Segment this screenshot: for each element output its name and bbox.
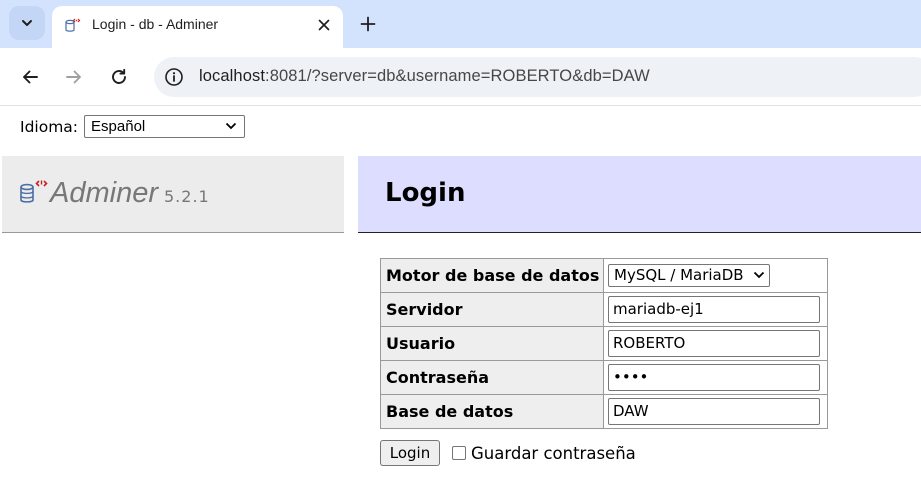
tab-search-button[interactable] [9,6,45,40]
close-tab-button[interactable] [314,15,334,35]
page-content: Idioma: Español Adminer 5.2.1 Login Motor… [0,107,921,497]
page-title: Login [385,178,466,208]
brand: Adminer 5.2.1 [50,176,210,210]
engine-selected-value: MySQL / MariaDB [614,266,744,284]
language-label: Idioma: [20,117,79,136]
form-actions: Login Guardar contraseña [380,440,636,466]
server-label: Servidor [380,292,604,327]
database-icon [20,180,48,203]
form-row-password: Contraseña •••• [380,360,828,395]
adminer-favicon-icon [65,18,81,32]
form-row-database: Base de datos DAW [380,394,828,429]
form-row-engine: Motor de base de datos MySQL / MariaDB [380,258,828,293]
remember-password-checkbox[interactable] [452,446,466,460]
username-input[interactable]: ROBERTO [608,330,820,357]
new-tab-button[interactable] [354,10,382,38]
forward-button[interactable] [61,64,87,90]
brand-name-link[interactable]: Adminer [50,177,158,209]
server-input[interactable]: mariadb-ej1 [608,296,820,323]
arrow-right-icon [66,70,81,84]
password-input[interactable]: •••• [608,364,820,391]
chevron-down-icon [225,122,237,130]
database-input[interactable]: DAW [608,398,820,425]
login-form-table: Motor de base de datos MySQL / MariaDB S… [380,258,828,429]
content-header: Login [358,156,921,233]
url-text: localhost:8081/?server=db&username=ROBER… [199,67,650,86]
language-switcher: Idioma: Español [20,115,246,138]
database-cell: DAW [603,394,828,429]
close-icon [318,19,330,31]
engine-cell: MySQL / MariaDB [603,258,828,293]
form-row-user: Usuario ROBERTO [380,326,828,361]
plus-icon [360,16,376,32]
version-label: 5.2.1 [164,187,210,206]
database-label: Base de datos [380,394,604,429]
browser-tab-bar: Login - db - Adminer [0,0,921,48]
language-select[interactable]: Español [84,115,246,138]
address-bar[interactable]: localhost:8081/?server=db&username=ROBER… [154,57,921,97]
arrow-left-icon [23,70,38,84]
engine-label: Motor de base de datos [380,258,604,293]
site-info-button[interactable] [162,65,186,89]
menu-panel: Adminer 5.2.1 [2,156,344,233]
tab-title: Login - db - Adminer [92,16,219,32]
server-cell: mariadb-ej1 [603,292,828,327]
url-path: :8081/?server=db&username=ROBERTO&db=DAW [265,67,650,85]
reload-button[interactable] [106,64,132,90]
form-row-server: Servidor mariadb-ej1 [380,292,828,327]
back-button[interactable] [17,64,43,90]
active-tab[interactable]: Login - db - Adminer [52,6,343,48]
site-info-icon [165,68,183,86]
password-label: Contraseña [380,360,604,395]
login-button[interactable]: Login [380,440,440,466]
chevron-down-icon [753,271,765,279]
language-selected-value: Español [91,118,146,135]
user-label: Usuario [380,326,604,361]
url-host: localhost [199,67,266,85]
remember-password-label[interactable]: Guardar contraseña [471,444,636,463]
chevron-down-icon [22,20,32,26]
user-cell: ROBERTO [603,326,828,361]
password-cell: •••• [603,360,828,395]
reload-icon [112,68,126,84]
engine-select[interactable]: MySQL / MariaDB [608,264,770,287]
browser-toolbar: localhost:8081/?server=db&username=ROBER… [0,48,921,106]
